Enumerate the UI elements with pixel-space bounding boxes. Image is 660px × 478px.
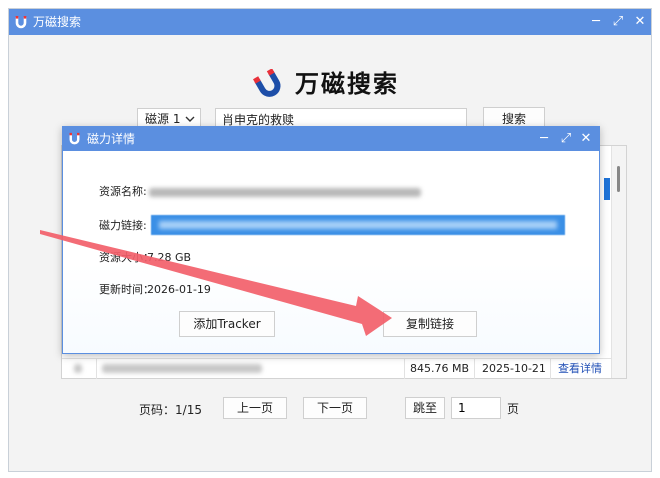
main-titlebar[interactable]: 万磁搜索 ─ ⤢ ✕ (9, 9, 651, 35)
dialog-minimize-button[interactable]: ─ (535, 130, 553, 148)
close-button[interactable]: ✕ (631, 13, 649, 31)
column-divider (404, 359, 405, 379)
page-number-input[interactable] (451, 397, 501, 419)
pagination-bar: 页码：1/15 上一页 下一页 跳至 页 (9, 397, 653, 423)
magnet-logo-icon (253, 69, 281, 97)
magnet-icon (15, 16, 27, 29)
row-details-link[interactable]: 查看详情 (558, 362, 602, 376)
next-page-button[interactable]: 下一页 (303, 397, 367, 419)
jump-button[interactable]: 跳至 (405, 397, 445, 419)
table-row[interactable]: 845.76 MB 2025-10-21 查看详情 (62, 358, 612, 379)
row-index-blurred (74, 364, 82, 373)
dialog-title: 磁力详情 (87, 132, 136, 146)
maximize-button[interactable]: ⤢ (609, 13, 627, 31)
selected-row-highlight (604, 178, 610, 200)
resource-name-label: 资源名称: (99, 185, 147, 198)
row-date: 2025-10-21 (482, 362, 546, 375)
column-divider (550, 359, 551, 379)
column-divider (474, 359, 475, 379)
row-name-blurred (102, 364, 262, 373)
source-select-value: 磁源 1 (145, 112, 181, 126)
update-time-value: 2026-01-19 (147, 283, 211, 296)
chevron-down-icon (185, 116, 195, 122)
resource-name-value-blurred (149, 188, 421, 197)
row-size: 845.76 MB (410, 362, 470, 375)
scrollbar-thumb[interactable] (617, 166, 620, 192)
minimize-button[interactable]: ─ (587, 13, 605, 31)
magnet-link-label: 磁力链接: (99, 219, 147, 232)
logo-text: 万磁搜索 (295, 70, 399, 98)
magnet-link-text-blurred (159, 221, 557, 229)
magnet-details-dialog: 磁力详情 ─ ⤢ ✕ 资源名称: 磁力链接: 资源大小： 7.28 GB 更新时… (62, 126, 600, 354)
magnet-link-field[interactable] (151, 215, 565, 235)
dialog-maximize-button[interactable]: ⤢ (557, 130, 575, 148)
page-indicator: 页码：1/15 (139, 403, 202, 417)
resource-size-label: 资源大小： (99, 251, 154, 264)
window-title: 万磁搜索 (33, 15, 82, 29)
add-tracker-button[interactable]: 添加Tracker (179, 311, 275, 337)
prev-page-button[interactable]: 上一页 (223, 397, 287, 419)
magnet-icon (69, 132, 80, 145)
column-divider (96, 359, 97, 379)
table-scrollbar[interactable] (611, 146, 626, 378)
page-indicator-label: 页码： (139, 403, 176, 417)
copy-link-button[interactable]: 复制链接 (383, 311, 477, 337)
dialog-titlebar[interactable]: 磁力详情 ─ ⤢ ✕ (63, 127, 599, 151)
app-logo: 万磁搜索 (253, 65, 413, 105)
resource-size-value: 7.28 GB (147, 251, 192, 264)
page-unit-label: 页 (507, 402, 520, 416)
dialog-close-button[interactable]: ✕ (577, 130, 595, 148)
update-time-label: 更新时间： (99, 283, 154, 296)
page-indicator-value: 1/15 (175, 403, 202, 417)
